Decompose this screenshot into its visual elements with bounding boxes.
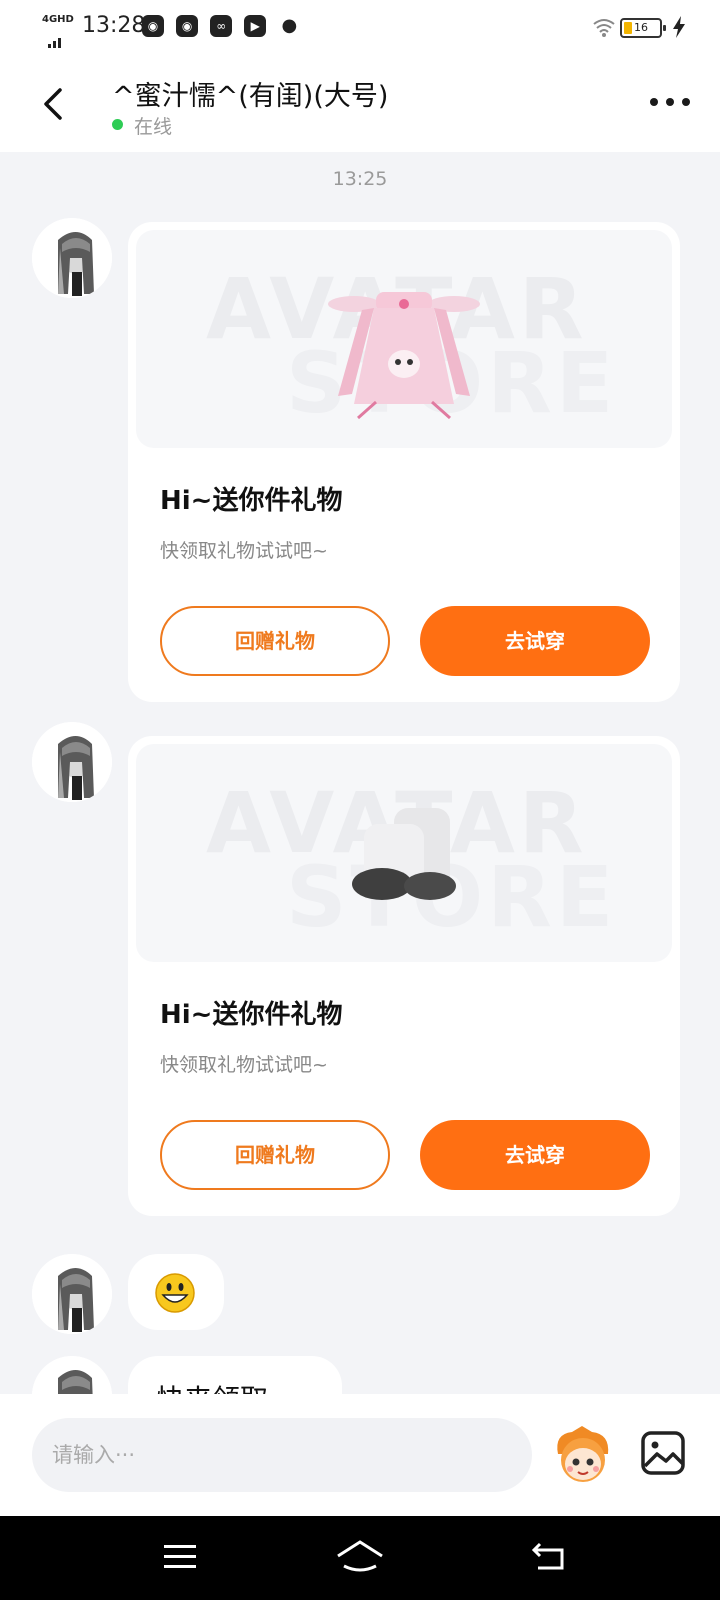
- input-bar: [0, 1394, 720, 1516]
- status-time: 13:28: [82, 13, 146, 38]
- wechat-icon: ●: [278, 15, 301, 37]
- network-indicator: 4GHD: [40, 14, 74, 48]
- network-type: 4GHD: [42, 14, 74, 25]
- pink-dress-icon: [328, 292, 480, 420]
- message-input[interactable]: [32, 1418, 532, 1492]
- gift-card[interactable]: AVATAR STORE Hi~送你件礼物 快领取礼物试试吧~ 回赠礼物 去试穿: [128, 222, 680, 702]
- status-bar: 4GHD 13:28 ◉ ◉ ∞ ▶ ● 16: [0, 0, 720, 56]
- system-nav-bar: [0, 1516, 720, 1600]
- more-options-icon[interactable]: [650, 96, 690, 108]
- try-on-button[interactable]: 去试穿: [420, 606, 650, 676]
- return-gift-button[interactable]: 回赠礼物: [160, 606, 390, 676]
- message-timestamp: 13:25: [332, 168, 388, 190]
- contact-avatar[interactable]: [32, 1254, 112, 1334]
- contact-name: ^蜜汁懦^(有闺)(大号): [112, 81, 389, 112]
- home-icon[interactable]: [334, 1538, 386, 1574]
- qq-icon: ◉: [176, 15, 199, 37]
- chat-header: ^蜜汁懦^(有闺)(大号) 在线: [0, 56, 720, 152]
- qq-icon: ◉: [142, 15, 164, 37]
- online-dot-icon: [112, 119, 123, 130]
- boots-icon: [352, 808, 456, 900]
- link-icon: ∞: [210, 15, 233, 37]
- notification-icons: ◉ ◉ ∞ ▶ ●: [142, 15, 307, 39]
- return-gift-button[interactable]: 回赠礼物: [160, 1120, 390, 1190]
- wifi-icon: [593, 19, 615, 37]
- gift-subtitle: 快领取礼物试试吧~: [160, 540, 328, 562]
- contact-avatar[interactable]: [32, 722, 112, 802]
- gift-image: AVATAR STORE: [136, 230, 672, 448]
- mascot-sticker-icon[interactable]: [552, 1424, 614, 1486]
- try-on-button[interactable]: 去试穿: [420, 1120, 650, 1190]
- signal-icon: [48, 29, 63, 48]
- back-arrow-icon[interactable]: [36, 84, 72, 124]
- charging-icon: [673, 16, 685, 38]
- gift-image: AVATAR STORE: [136, 744, 672, 962]
- gift-card[interactable]: AVATAR STORE Hi~送你件礼物 快领取礼物试试吧~ 回赠礼物 去试穿: [128, 736, 680, 1216]
- video-icon: ▶: [244, 15, 267, 37]
- online-status-label: 在线: [134, 116, 173, 138]
- contact-avatar[interactable]: [32, 218, 112, 298]
- image-gallery-icon[interactable]: [640, 1430, 686, 1476]
- battery-icon: 16: [620, 18, 666, 38]
- emoji-message[interactable]: [128, 1254, 224, 1330]
- grinning-face-icon: [155, 1273, 195, 1313]
- gift-title: Hi~送你件礼物: [160, 1000, 343, 1030]
- gift-subtitle: 快领取礼物试试吧~: [160, 1054, 328, 1076]
- menu-icon[interactable]: [162, 1542, 198, 1572]
- battery-level: 16: [634, 21, 648, 34]
- back-nav-icon[interactable]: [530, 1540, 568, 1574]
- gift-title: Hi~送你件礼物: [160, 486, 343, 516]
